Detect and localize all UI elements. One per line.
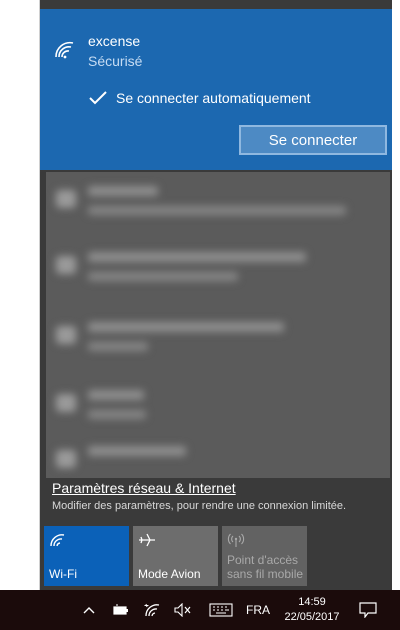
wifi-secured-icon <box>55 41 74 59</box>
network-settings-link[interactable]: Paramètres réseau & Internet <box>52 480 236 496</box>
list-item[interactable] <box>46 434 390 478</box>
network-tray-button[interactable] <box>142 590 164 630</box>
quick-action-wifi[interactable]: Wi-Fi <box>44 526 129 586</box>
chevron-up-icon <box>83 607 95 614</box>
network-status: Sécurisé <box>88 53 143 69</box>
battery-button[interactable] <box>110 590 132 630</box>
language-indicator[interactable]: FRA <box>242 590 274 630</box>
keyboard-icon <box>209 603 233 617</box>
clock[interactable]: 14:59 22/05/2017 <box>278 590 346 630</box>
network-settings-description: Modifier des paramètres, pour rendre une… <box>52 500 347 512</box>
auto-connect-label: Se connecter automatiquement <box>116 90 311 106</box>
clock-time: 14:59 <box>298 596 326 608</box>
quick-action-airplane-mode[interactable]: Mode Avion <box>133 526 218 586</box>
airplane-icon <box>139 533 155 547</box>
quick-action-label: Mode Avion <box>138 567 201 581</box>
quick-action-label: Point d'accès sans fil mobile <box>227 553 304 581</box>
list-item[interactable] <box>46 378 390 438</box>
list-item[interactable] <box>46 240 390 300</box>
network-name: excense <box>88 33 141 49</box>
checkmark-icon <box>89 91 107 105</box>
network-list[interactable] <box>46 172 390 478</box>
desktop-strip <box>392 0 400 590</box>
hotspot-icon <box>227 533 245 547</box>
action-center-button[interactable] <box>354 590 382 630</box>
show-hidden-icons-button[interactable] <box>78 590 100 630</box>
volume-button[interactable] <box>172 590 194 630</box>
list-item[interactable] <box>46 174 390 234</box>
wifi-icon <box>50 534 65 547</box>
battery-icon <box>113 604 128 615</box>
clock-date: 22/05/2017 <box>284 611 340 623</box>
connect-button[interactable]: Se connecter <box>239 125 387 155</box>
quick-action-label: Wi-Fi <box>49 567 77 581</box>
wifi-icon <box>144 603 160 617</box>
taskbar: FRA 14:59 22/05/2017 <box>0 590 400 630</box>
quick-action-mobile-hotspot[interactable]: Point d'accès sans fil mobile <box>222 526 307 586</box>
touch-keyboard-button[interactable] <box>206 590 236 630</box>
list-item[interactable] <box>46 310 390 370</box>
network-flyout: excense Sécurisé Se connecter automatiqu… <box>40 0 392 590</box>
auto-connect-checkbox[interactable]: Se connecter automatiquement <box>88 88 311 108</box>
notification-icon <box>359 602 377 618</box>
selected-network-panel[interactable]: excense Sécurisé Se connecter automatiqu… <box>40 9 392 170</box>
volume-muted-icon <box>174 603 191 617</box>
